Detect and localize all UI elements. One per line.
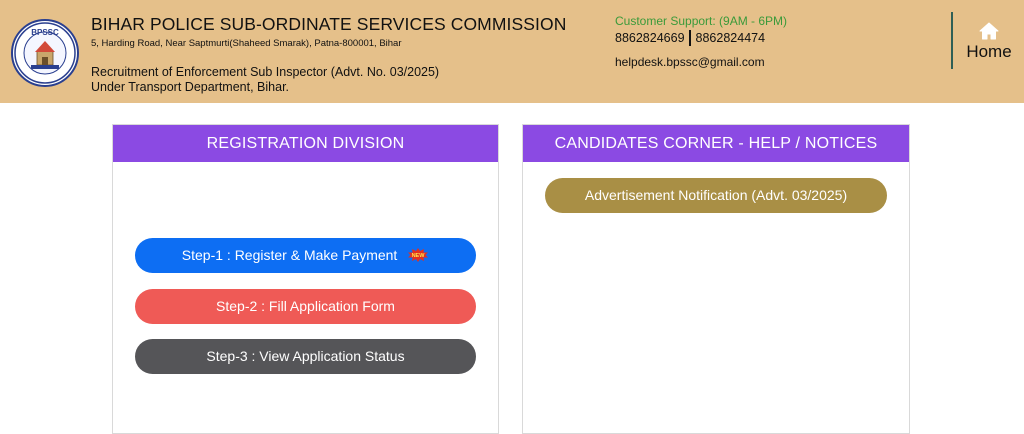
recruitment-department: Under Transport Department, Bihar. [91, 80, 290, 94]
phone-divider [688, 30, 691, 46]
register-payment-label: Step-1 : Register & Make Payment [181, 247, 398, 263]
recruitment-title: Recruitment of Enforcement Sub Inspector… [91, 65, 440, 79]
org-title: BIHAR POLICE SUB-ORDINATE SERVICES COMMI… [91, 14, 567, 34]
register-payment-button[interactable]: Step-1 : Register & Make Payment NEW [135, 238, 476, 273]
svg-text:NEW: NEW [412, 253, 426, 259]
site-header: BPSSC BIHAR POLICE SUB-ORDINATE SERVICES… [0, 0, 1024, 103]
registration-heading: REGISTRATION DIVISION [113, 125, 498, 162]
registration-panel: REGISTRATION DIVISION Step-1 : Register … [112, 124, 499, 434]
advertisement-notification-button[interactable]: Advertisement Notification (Advt. 03/202… [545, 178, 887, 213]
bpssc-seal-icon: BPSSC [14, 22, 76, 84]
candidates-corner-panel: CANDIDATES CORNER - HELP / NOTICES Adver… [522, 124, 910, 434]
support-phones: 8862824669 8862824474 [615, 30, 765, 46]
org-address: 5, Harding Road, Near Saptmurti(Shaheed … [91, 38, 402, 49]
support-phone-2[interactable]: 8862824474 [696, 31, 766, 45]
support-phone-1[interactable]: 8862824669 [615, 31, 685, 45]
candidates-corner-heading: CANDIDATES CORNER - HELP / NOTICES [523, 125, 909, 162]
svg-text:BPSSC: BPSSC [31, 28, 59, 37]
fill-application-button[interactable]: Step-2 : Fill Application Form [135, 289, 476, 324]
view-status-button[interactable]: Step-3 : View Application Status [135, 339, 476, 374]
new-badge-icon: NEW [408, 247, 429, 262]
customer-support-title: Customer Support: (9AM - 6PM) [615, 14, 788, 28]
bpssc-logo: BPSSC [11, 19, 79, 87]
home-icon [979, 22, 999, 40]
home-button[interactable]: Home [958, 22, 1020, 66]
support-email[interactable]: helpdesk.bpssc@gmail.com [615, 55, 765, 69]
home-label: Home [966, 42, 1012, 61]
home-divider [951, 12, 953, 69]
